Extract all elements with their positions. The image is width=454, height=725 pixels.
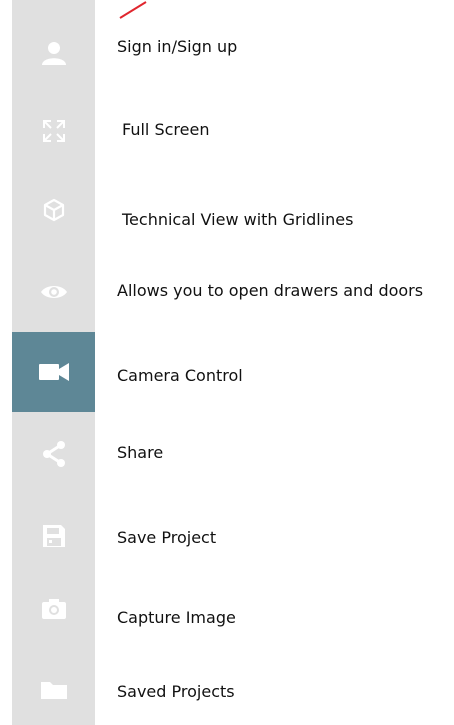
open-doors-button[interactable] <box>12 252 95 332</box>
save-project-button[interactable] <box>12 496 95 576</box>
camera-icon <box>41 599 66 619</box>
technical-view-button[interactable] <box>12 170 95 250</box>
capture-image-button[interactable] <box>12 569 95 649</box>
sign-in-button[interactable] <box>12 13 95 93</box>
red-annotation-stroke <box>119 1 147 19</box>
user-icon <box>41 42 66 65</box>
share-label: Share <box>117 443 164 462</box>
full-screen-label: Full Screen <box>122 120 210 139</box>
folder-icon <box>40 682 67 699</box>
saved-projects-button[interactable] <box>12 650 95 725</box>
technical-view-label: Technical View with Gridlines <box>122 210 354 229</box>
capture-image-label: Capture Image <box>117 608 236 627</box>
camera-control-button[interactable] <box>12 332 95 412</box>
camera-control-label: Camera Control <box>117 366 243 385</box>
toolbar-sidebar <box>12 0 95 725</box>
saved-projects-label: Saved Projects <box>117 682 235 701</box>
fullscreen-icon <box>42 120 65 142</box>
eye-icon <box>40 286 67 298</box>
cube-icon <box>43 198 64 222</box>
share-button[interactable] <box>12 414 95 494</box>
floppy-disk-icon <box>42 525 65 547</box>
video-camera-icon <box>38 363 69 381</box>
share-icon <box>42 441 65 467</box>
annotated-toolbar-screenshot: Sign in/Sign up Full Screen Technical Vi… <box>0 0 454 725</box>
sign-in-label: Sign in/Sign up <box>117 37 238 56</box>
full-screen-button[interactable] <box>12 91 95 171</box>
open-doors-label: Allows you to open drawers and doors <box>117 281 424 300</box>
save-project-label: Save Project <box>117 528 217 547</box>
